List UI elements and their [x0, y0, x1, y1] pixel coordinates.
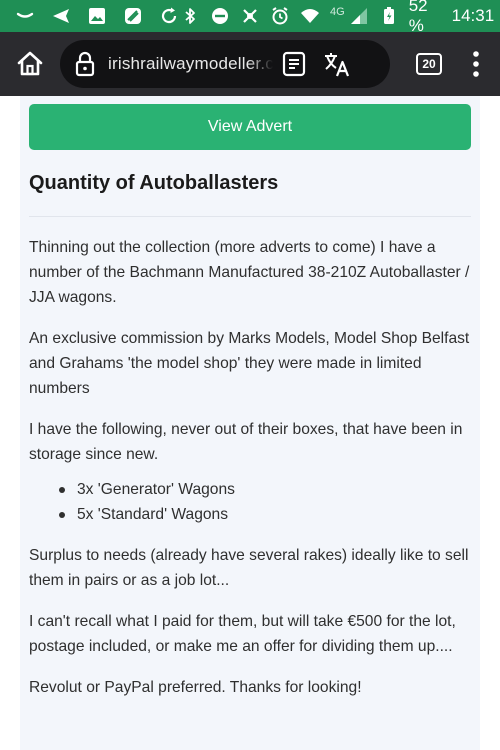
image-icon [86, 5, 108, 27]
advert-title: Quantity of Autoballasters [29, 172, 279, 194]
signal-icon [349, 5, 369, 27]
sync-icon [158, 5, 180, 27]
app-notification-icon [122, 5, 144, 27]
tab-switcher-button[interactable]: 20 [416, 53, 442, 75]
bluetooth-icon [180, 5, 200, 27]
wagon-list: 3x 'Generator' Wagons 5x 'Standard' Wago… [29, 477, 479, 527]
battery-icon [379, 5, 399, 27]
view-advert-button[interactable]: View Advert [29, 104, 471, 150]
more-vertical-icon [473, 51, 479, 77]
more-menu-button[interactable] [466, 47, 486, 81]
translate-icon[interactable] [321, 49, 353, 79]
status-bar: 4G 52 % 14:31 [0, 0, 500, 35]
address-bar[interactable]: irishrailwaymodeller.com [60, 40, 390, 88]
no-location-icon [240, 5, 260, 27]
clock: 14:31 [451, 6, 495, 25]
alarm-icon [270, 5, 290, 27]
wifi-icon [300, 5, 320, 27]
advert-card: View Advert Quantity of Autoballasters T… [20, 96, 480, 750]
paragraph: I can't recall what I paid for them, but… [29, 613, 456, 655]
list-item: 5x 'Standard' Wagons [57, 502, 479, 527]
chevron-down-icon [14, 5, 36, 27]
home-icon [17, 51, 43, 76]
battery-level: 52 % [408, 0, 428, 35]
paragraph: An exclusive commission by Marks Models,… [29, 330, 470, 397]
advert-description: Thinning out the collection (more advert… [29, 235, 479, 716]
paragraph: I have the following, never out of their… [29, 421, 463, 463]
do-not-disturb-icon [210, 5, 230, 27]
home-button[interactable] [8, 42, 52, 86]
paragraph: Surplus to needs (already have several r… [29, 547, 469, 589]
list-item: 3x 'Generator' Wagons [57, 477, 479, 502]
lock-icon[interactable] [74, 51, 96, 77]
paragraph: Thinning out the collection (more advert… [29, 239, 470, 306]
send-icon [50, 5, 72, 27]
reader-mode-icon[interactable] [279, 49, 309, 79]
paragraph: Revolut or PayPal preferred. Thanks for … [29, 679, 362, 696]
divider [29, 216, 471, 217]
network-type: 4G [330, 6, 345, 18]
web-page: View Advert Quantity of Autoballasters T… [0, 96, 500, 750]
url-text[interactable]: irishrailwaymodeller.com [108, 54, 273, 74]
browser-toolbar: irishrailwaymodeller.com 20 [0, 32, 500, 96]
